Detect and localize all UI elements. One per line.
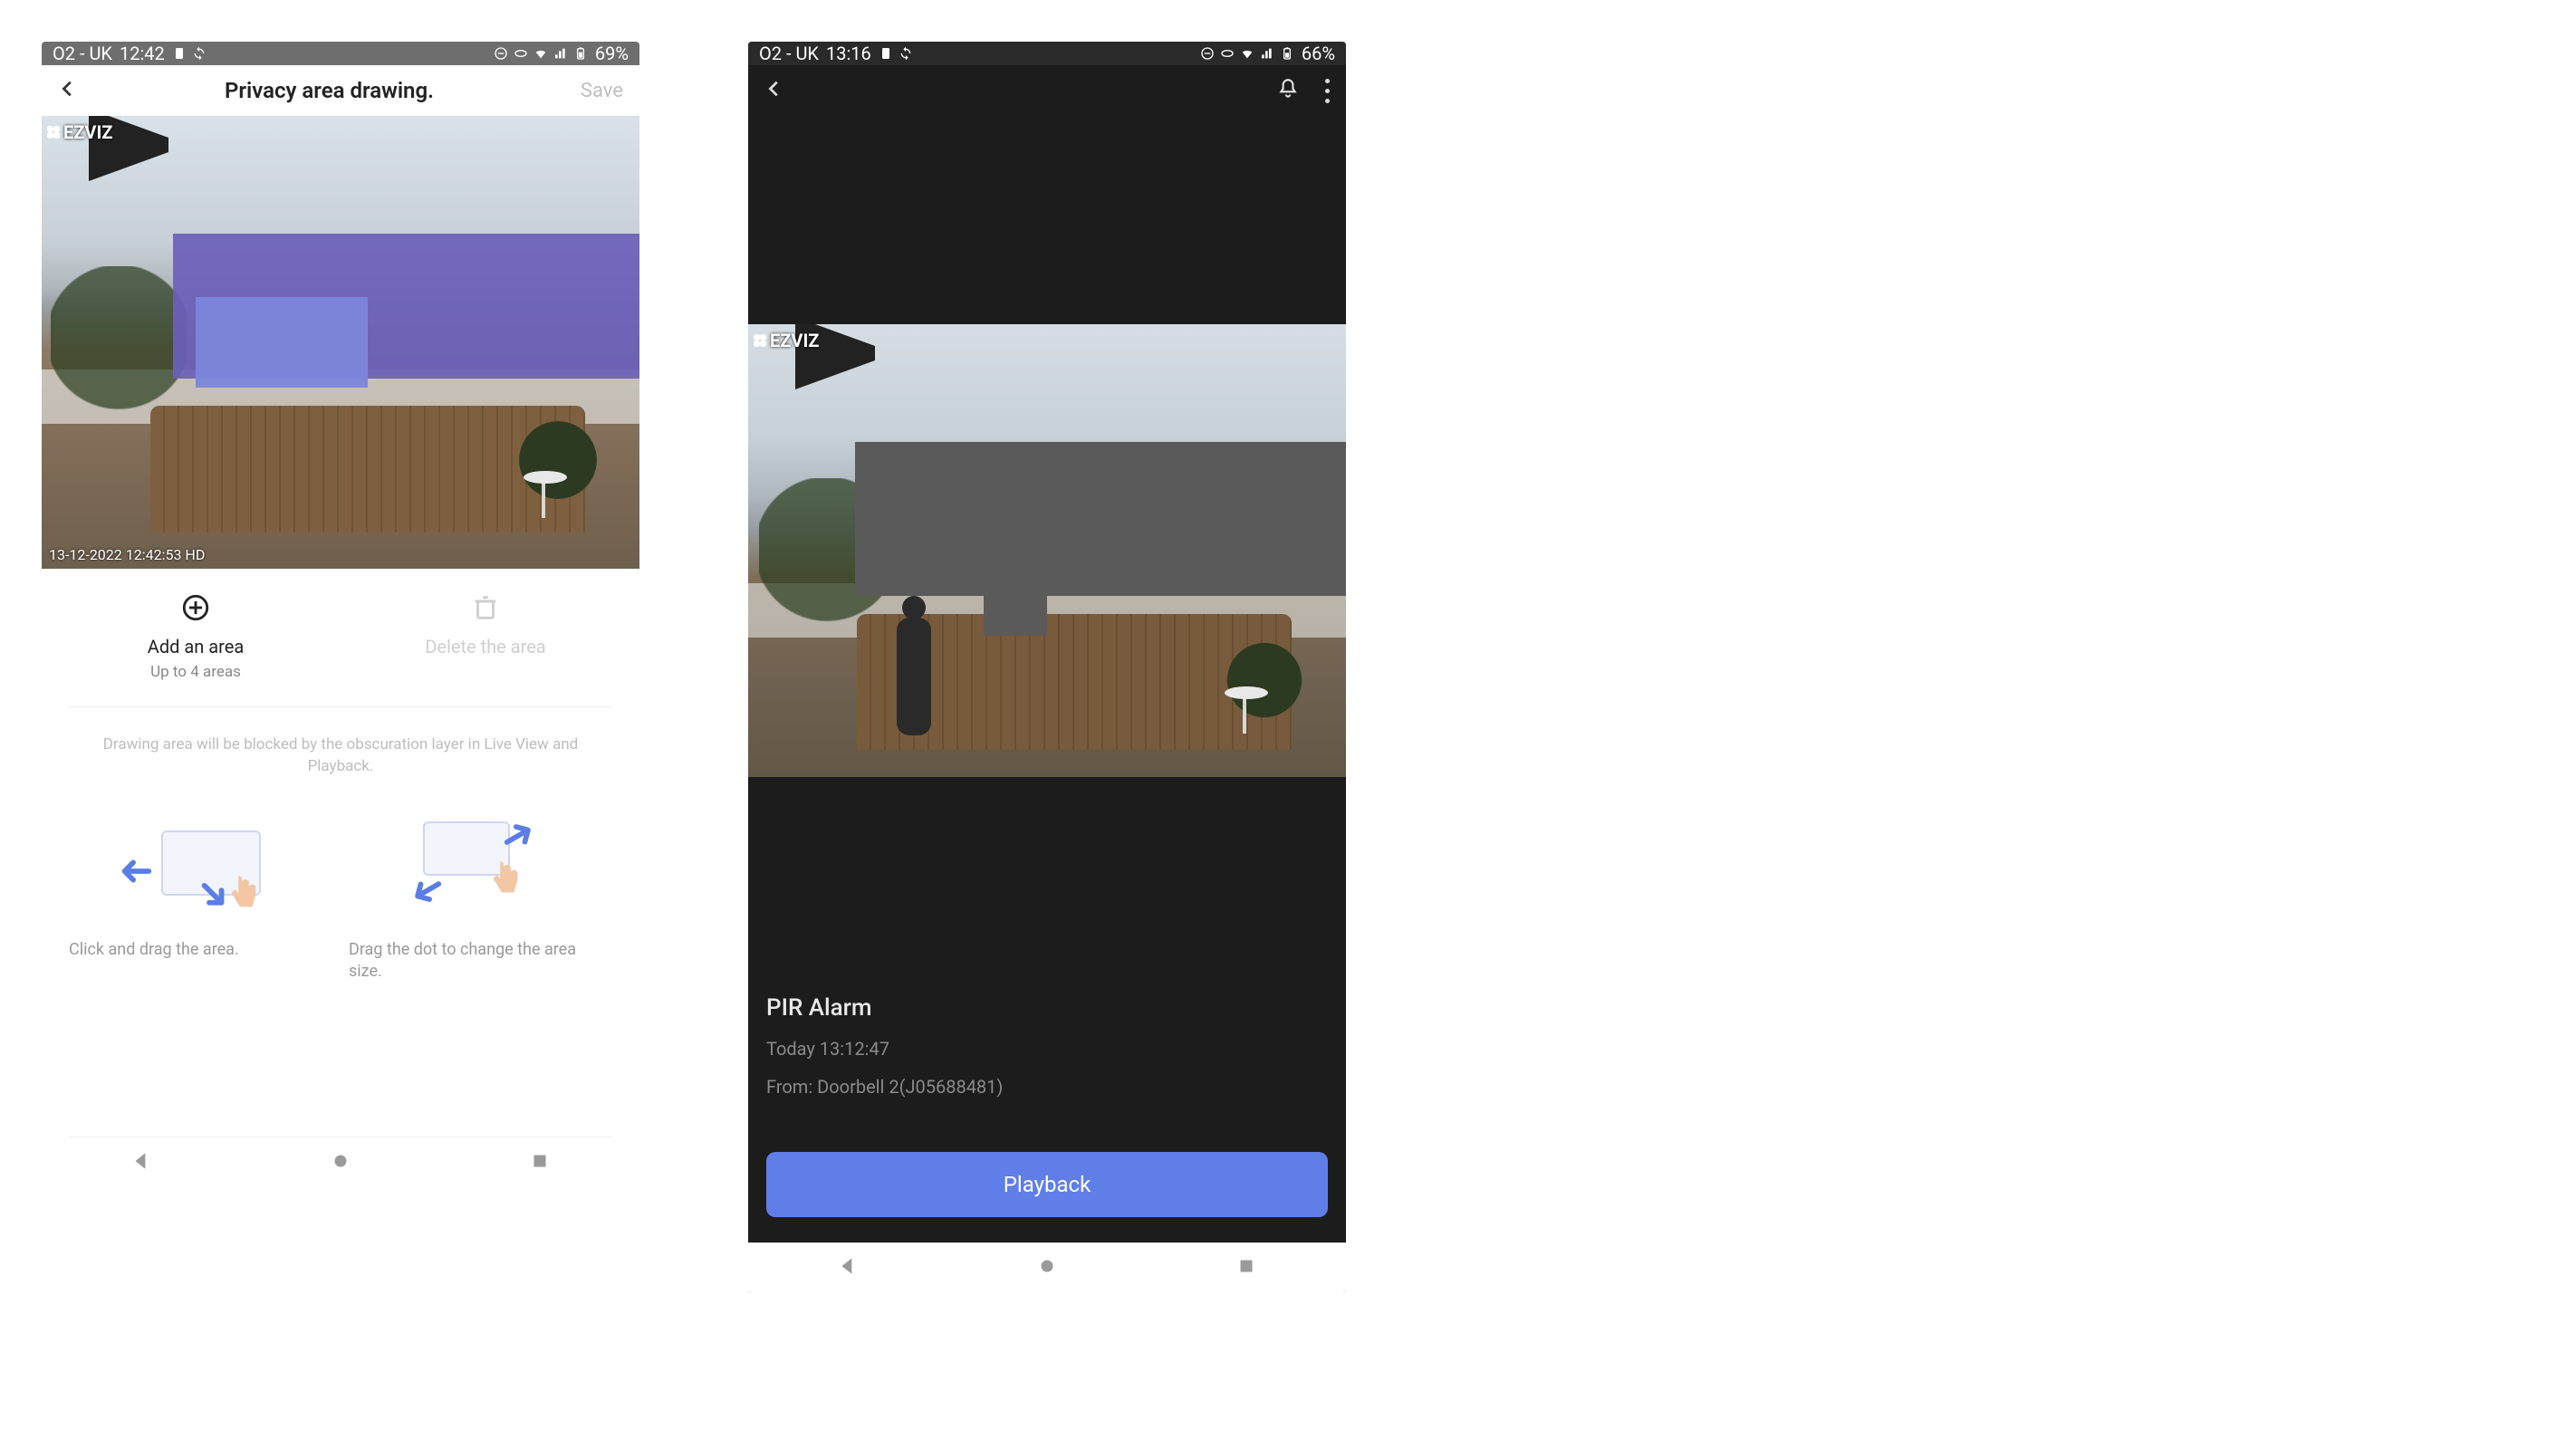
watermark-logo-icon xyxy=(754,334,766,347)
chevron-left-icon xyxy=(58,79,78,99)
back-button[interactable] xyxy=(764,79,784,102)
clock-label: 13:16 xyxy=(826,43,871,64)
add-area-button[interactable]: Add an area Up to 4 areas xyxy=(56,592,334,681)
divider xyxy=(69,706,612,707)
phone-privacy-area: O2 - UK 12:42 69% Privacy area drawing. … xyxy=(42,42,639,1188)
watermark-text: EZVIZ xyxy=(770,330,819,351)
nav-recent-button[interactable] xyxy=(1235,1254,1258,1281)
scene-person xyxy=(889,596,937,750)
delete-area-title: Delete the area xyxy=(346,636,624,657)
status-right-icons xyxy=(494,46,588,61)
sync-icon xyxy=(899,46,913,61)
dnd-icon xyxy=(494,46,508,61)
privacy-mask-1 xyxy=(855,442,1346,596)
trash-icon xyxy=(470,592,501,623)
signal-icon xyxy=(553,46,568,61)
camera-timestamp: 13-12-2022 12:42:53 HD xyxy=(49,546,205,563)
sync-icon xyxy=(192,46,207,61)
watermark-logo-icon xyxy=(47,126,60,139)
status-left-icons xyxy=(172,46,207,61)
more-button[interactable] xyxy=(1325,76,1330,106)
nav-home-button[interactable] xyxy=(329,1149,352,1176)
bell-icon xyxy=(1276,77,1300,101)
wifi-icon xyxy=(533,46,548,61)
playback-button[interactable]: Playback xyxy=(766,1152,1328,1217)
alarm-title: PIR Alarm xyxy=(766,994,1328,1022)
battery-icon xyxy=(573,46,588,61)
watermark: EZVIZ xyxy=(754,330,819,351)
hint-drag-area: Click and drag the area. xyxy=(69,818,332,984)
plus-circle-icon xyxy=(180,592,211,623)
dark-spacer-top xyxy=(748,116,1346,324)
status-bar: O2 - UK 13:16 66% xyxy=(748,42,1346,65)
status-right-icons xyxy=(1200,46,1294,61)
hint-resize-area: Drag the dot to change the area size. xyxy=(349,818,612,984)
status-left-icons xyxy=(879,46,913,61)
save-button[interactable]: Save xyxy=(581,80,623,102)
phone-alarm-detail: O2 - UK 13:16 66% xyxy=(748,42,1346,1293)
battery-label: 66% xyxy=(1302,43,1335,64)
status-bar: O2 - UK 12:42 69% xyxy=(42,42,639,65)
hand-pointer-icon xyxy=(483,858,524,899)
appbar: Privacy area drawing. Save xyxy=(42,65,639,116)
privacy-mask-2[interactable] xyxy=(196,297,368,388)
android-navbar xyxy=(42,1137,639,1188)
scene-dish xyxy=(514,475,585,520)
camera-preview[interactable]: EZVIZ 13-12-2022 12:42:53 HD xyxy=(42,116,639,569)
battery-icon xyxy=(1280,46,1294,61)
watermark-text: EZVIZ xyxy=(63,121,112,143)
nav-recent-button[interactable] xyxy=(528,1149,552,1176)
appbar xyxy=(748,65,1346,116)
page-title: Privacy area drawing. xyxy=(225,78,434,103)
obscuration-note: Drawing area will be blocked by the obsc… xyxy=(42,722,639,791)
android-navbar xyxy=(748,1243,1346,1293)
alarm-time: Today 13:12:47 xyxy=(766,1038,1328,1060)
watermark: EZVIZ xyxy=(47,121,112,143)
bell-button[interactable] xyxy=(1276,77,1300,104)
signal-icon xyxy=(1260,46,1274,61)
dnd-icon xyxy=(1200,46,1215,61)
scene-dish xyxy=(1216,690,1286,735)
clock-label: 12:42 xyxy=(120,43,165,64)
back-button[interactable] xyxy=(58,79,78,102)
carrier-label: O2 - UK xyxy=(759,43,819,64)
carrier-label: O2 - UK xyxy=(53,43,112,64)
gesture-hints: Click and drag the area. Drag the dot to… xyxy=(42,791,639,993)
sim-icon xyxy=(879,46,893,61)
hint-resize-area-text: Drag the dot to change the area size. xyxy=(349,939,612,984)
hand-pointer-icon xyxy=(221,872,263,914)
chevron-left-icon xyxy=(764,79,784,99)
vpn-icon xyxy=(1220,46,1235,61)
privacy-mask-2 xyxy=(984,596,1047,636)
delete-area-button[interactable]: Delete the area xyxy=(346,592,624,681)
nav-back-button[interactable] xyxy=(836,1254,860,1281)
alarm-info: PIR Alarm Today 13:12:47 From: Doorbell … xyxy=(748,777,1346,1116)
vpn-icon xyxy=(514,46,528,61)
nav-back-button[interactable] xyxy=(130,1149,153,1176)
sim-icon xyxy=(172,46,187,61)
alarm-source: From: Doorbell 2(J05688481) xyxy=(766,1076,1328,1098)
add-area-title: Add an area xyxy=(56,636,334,657)
area-actions: Add an area Up to 4 areas Delete the are… xyxy=(42,569,639,692)
battery-label: 69% xyxy=(595,43,629,64)
arrow-left-icon xyxy=(114,850,156,892)
add-area-sub: Up to 4 areas xyxy=(56,663,334,681)
nav-home-button[interactable] xyxy=(1035,1254,1059,1281)
wifi-icon xyxy=(1240,46,1254,61)
hint-drag-area-text: Click and drag the area. xyxy=(69,939,332,961)
camera-snapshot[interactable]: EZVIZ xyxy=(748,324,1346,777)
more-vert-icon xyxy=(1325,79,1330,83)
